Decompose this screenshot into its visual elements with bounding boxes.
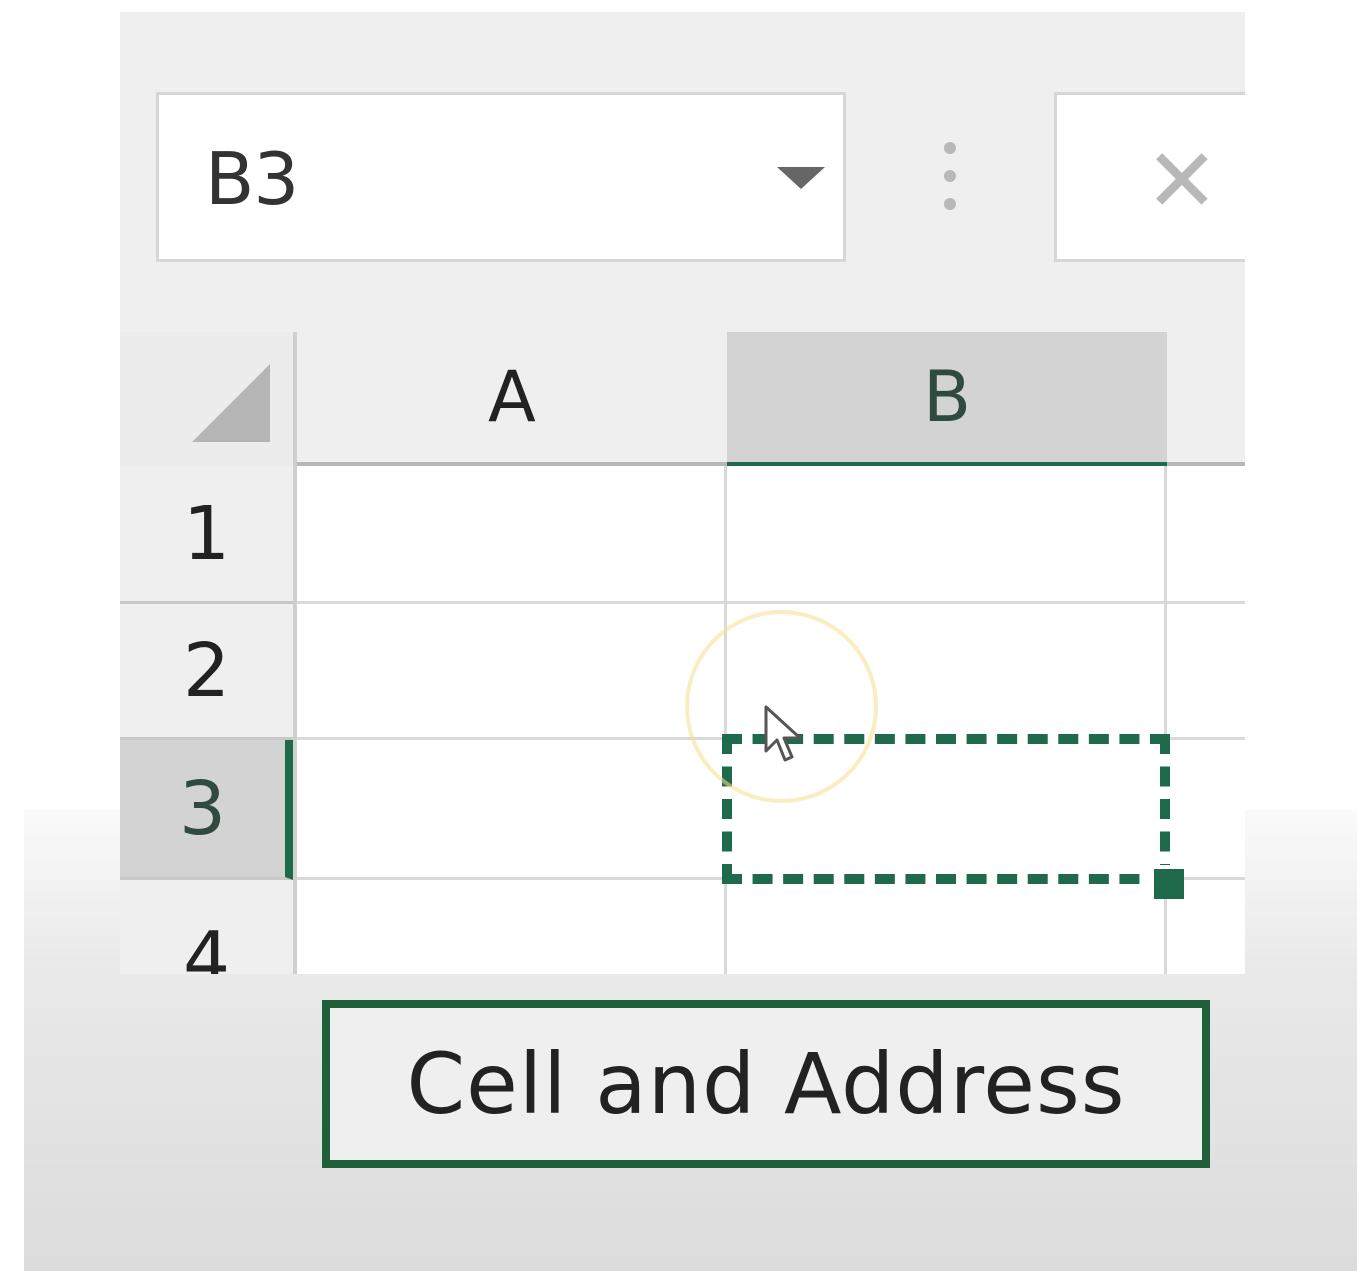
mouse-pointer-icon <box>764 705 802 762</box>
fill-handle[interactable] <box>1150 865 1184 899</box>
select-all-button[interactable] <box>120 332 295 467</box>
select-all-triangle-icon <box>192 364 270 442</box>
column-header-a[interactable]: A <box>297 332 727 466</box>
chevron-down-icon[interactable] <box>777 167 825 189</box>
grip-dots-icon[interactable] <box>940 142 960 214</box>
cell-a4[interactable] <box>297 880 727 974</box>
row-header-1[interactable]: 1 <box>120 466 293 604</box>
cell-c3[interactable] <box>1167 740 1245 880</box>
close-icon[interactable]: ✕ <box>1145 137 1219 225</box>
caption-text: Cell and Address <box>406 1035 1126 1133</box>
cell-b1[interactable] <box>727 466 1167 604</box>
column-header-b[interactable]: B <box>727 332 1167 471</box>
worksheet-grid: A B 1 2 3 4 <box>120 332 1245 974</box>
row-header-3[interactable]: 3 <box>120 740 293 880</box>
cell-a2[interactable] <box>297 604 727 740</box>
caption-box: Cell and Address <box>322 1000 1210 1168</box>
cell-b4[interactable] <box>727 880 1167 974</box>
cell-c2[interactable] <box>1167 604 1245 740</box>
excel-panel: B3 ✕ A B 1 2 3 4 <box>120 12 1245 974</box>
row-header-4[interactable]: 4 <box>120 880 293 974</box>
cell-a1[interactable] <box>297 466 727 604</box>
cell-c1[interactable] <box>1167 466 1245 604</box>
cell-a3[interactable] <box>297 740 727 880</box>
name-box[interactable]: B3 <box>156 92 846 262</box>
name-box-value: B3 <box>205 137 299 221</box>
row-header-2[interactable]: 2 <box>120 604 293 740</box>
formula-bar[interactable]: ✕ <box>1054 92 1245 262</box>
column-header-c[interactable] <box>1167 332 1245 466</box>
